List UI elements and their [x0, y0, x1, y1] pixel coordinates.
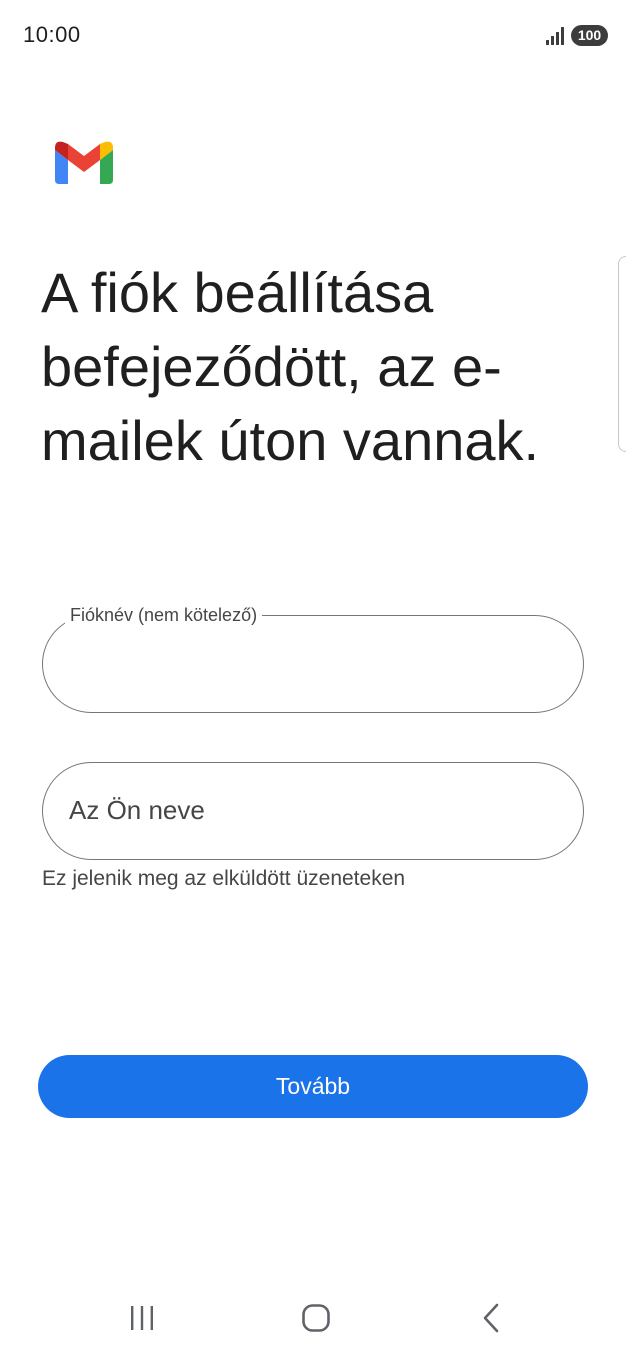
account-name-input[interactable]	[69, 616, 559, 711]
account-name-field[interactable]: Fióknév (nem kötelező)	[42, 605, 584, 713]
edge-panel-handle[interactable]	[618, 256, 626, 452]
navigation-bar	[0, 1280, 626, 1358]
recents-button[interactable]	[112, 1294, 172, 1342]
home-button[interactable]	[286, 1294, 346, 1342]
back-button[interactable]	[462, 1294, 522, 1342]
your-name-field[interactable]	[42, 762, 584, 860]
gmail-logo	[55, 141, 113, 184]
your-name-helper-text: Ez jelenik meg az elküldött üzeneteken	[42, 867, 406, 890]
next-button[interactable]: Tovább	[38, 1055, 588, 1118]
signal-icon	[546, 27, 564, 45]
status-bar: 10:00 100	[0, 0, 626, 72]
page-title: A fiók beállítása befejeződött, az e-mai…	[41, 261, 540, 472]
battery-icon: 100	[571, 25, 608, 46]
recents-icon	[131, 1306, 153, 1330]
back-icon	[483, 1303, 499, 1333]
your-name-input[interactable]	[69, 763, 559, 858]
home-icon	[302, 1304, 330, 1332]
screen: 10:00 100 A fiók beállítása befejeződött…	[0, 0, 626, 1358]
status-time: 10:00	[23, 22, 81, 47]
